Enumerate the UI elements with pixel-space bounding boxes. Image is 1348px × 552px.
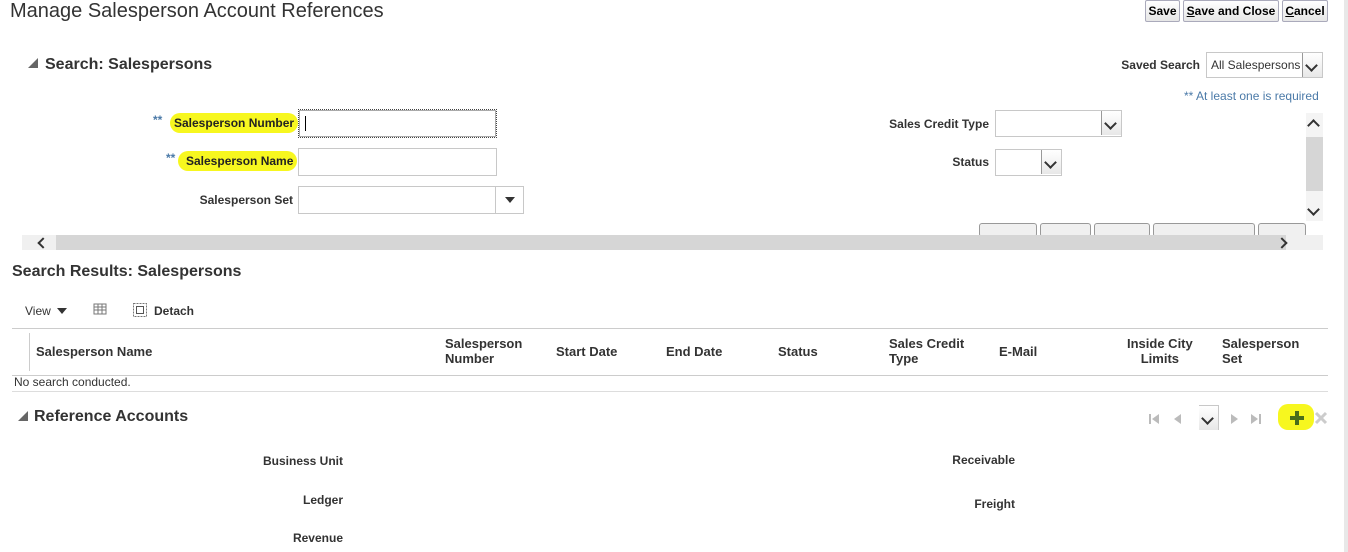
- scroll-up-icon[interactable]: [1307, 119, 1320, 132]
- scroll-down-icon[interactable]: [1307, 203, 1320, 216]
- ledger-label: Ledger: [302, 493, 343, 507]
- vertical-scrollbar[interactable]: [1306, 113, 1323, 221]
- next-record-icon[interactable]: [1229, 412, 1241, 430]
- page-title: Manage Salesperson Account References: [10, 0, 384, 22]
- first-record-icon[interactable]: [1148, 412, 1160, 430]
- disclosure-triangle-icon: [18, 411, 28, 421]
- chevron-down-icon: [1302, 53, 1322, 77]
- saved-search-value: All Salespersons: [1211, 58, 1301, 72]
- sales-credit-type-label: Sales Credit Type: [889, 117, 989, 131]
- save-button[interactable]: Save: [1145, 0, 1180, 22]
- salesperson-set-label: Salesperson Set: [199, 193, 293, 207]
- disclosure-triangle-icon: [28, 58, 38, 68]
- required-note: ** At least one is required: [1184, 89, 1319, 103]
- salesperson-number-input[interactable]: [298, 109, 497, 138]
- table-header-border: [12, 375, 1328, 376]
- reference-collapse-icon[interactable]: [18, 411, 28, 421]
- scroll-left-icon[interactable]: [37, 237, 49, 249]
- results-section-title: Search Results: Salespersons: [12, 263, 242, 280]
- save-and-close-label: ave and Close: [1194, 4, 1276, 18]
- reference-section-title: Reference Accounts: [34, 408, 189, 425]
- salesperson-name-input[interactable]: [298, 148, 497, 176]
- vertical-scroll-thumb[interactable]: [1306, 137, 1323, 191]
- save-and-close-mnemonic: S: [1186, 4, 1195, 18]
- col-salesperson-name[interactable]: Salesperson Name: [36, 344, 152, 359]
- detach-icon[interactable]: [132, 302, 148, 318]
- search-collapse-icon[interactable]: [28, 58, 38, 68]
- table-top-border: [12, 328, 1328, 329]
- freight-label: Freight: [974, 497, 1015, 511]
- salesperson-name-label: Salesperson Name: [178, 151, 298, 171]
- saved-search-select[interactable]: All Salespersons: [1206, 52, 1323, 78]
- col-salesperson-number[interactable]: Salesperson Number: [445, 336, 522, 366]
- horizontal-scroll-thumb[interactable]: [56, 235, 1286, 250]
- sales-credit-type-select[interactable]: [995, 110, 1122, 137]
- col-start-date[interactable]: Start Date: [556, 344, 617, 359]
- receivable-label: Receivable: [952, 453, 1015, 467]
- previous-record-icon[interactable]: [1171, 412, 1183, 430]
- chevron-down-icon: [1199, 406, 1218, 430]
- col-status[interactable]: Status: [778, 344, 818, 359]
- salesperson-set-dropdown-button[interactable]: [495, 187, 523, 213]
- salesperson-number-label: Salesperson Number: [170, 113, 299, 133]
- view-menu-label: View: [25, 304, 51, 318]
- caret-down-icon: [57, 308, 67, 314]
- table-left-divider: [29, 333, 30, 371]
- freeze-columns-icon[interactable]: [92, 302, 108, 318]
- col-end-date[interactable]: End Date: [666, 344, 722, 359]
- revenue-label: Revenue: [292, 531, 343, 545]
- saved-search-label: Saved Search: [1121, 58, 1200, 72]
- table-bottom-border: [12, 391, 1328, 392]
- col-sales-credit-type[interactable]: Sales Credit Type: [889, 336, 964, 366]
- status-select[interactable]: [995, 149, 1062, 176]
- last-record-icon[interactable]: [1250, 412, 1262, 430]
- save-and-close-button[interactable]: Save and Close: [1183, 0, 1279, 22]
- col-email[interactable]: E-Mail: [999, 344, 1037, 359]
- detach-label[interactable]: Detach: [154, 304, 194, 318]
- view-menu[interactable]: View: [25, 302, 67, 320]
- col-inside-city-limits[interactable]: Inside City Limits: [1127, 336, 1193, 366]
- status-label: Status: [952, 155, 989, 169]
- required-marker: **: [166, 151, 176, 165]
- text-cursor: [305, 116, 306, 131]
- chevron-down-icon: [1101, 111, 1121, 135]
- business-unit-label: Business Unit: [262, 454, 343, 468]
- col-salesperson-set[interactable]: Salesperson Set: [1222, 336, 1299, 366]
- close-icon[interactable]: [1314, 411, 1328, 425]
- cancel-mnemonic: C: [1285, 4, 1294, 18]
- window-edge: [1344, 0, 1348, 552]
- search-section-title: Search: Salespersons: [45, 56, 213, 73]
- plus-icon[interactable]: [1287, 408, 1307, 428]
- cancel-button[interactable]: Cancel: [1282, 0, 1328, 22]
- required-marker: **: [153, 113, 163, 127]
- salesperson-set-input[interactable]: [298, 186, 524, 214]
- empty-table-message: No search conducted.: [14, 375, 131, 389]
- horizontal-scrollbar[interactable]: [22, 235, 1323, 250]
- record-select[interactable]: [1199, 405, 1219, 430]
- chevron-down-icon: [1041, 150, 1061, 174]
- caret-down-icon: [505, 197, 515, 203]
- cancel-label: ancel: [1293, 4, 1325, 18]
